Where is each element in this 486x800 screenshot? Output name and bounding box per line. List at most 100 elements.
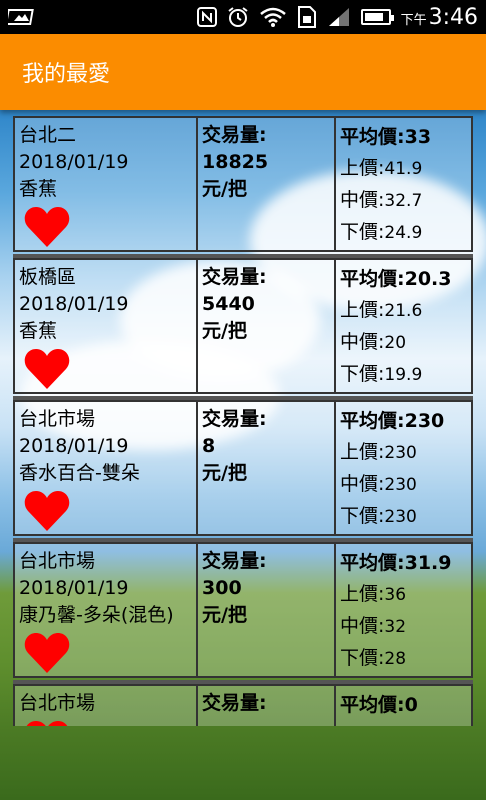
avg-price-value: 33 [404, 126, 432, 148]
mid-price: 中價:32 [340, 611, 467, 643]
list-item[interactable]: 台北市場 2018/01/19 康乃馨-多朵(混色) 交易量: 300 元/把 … [13, 542, 473, 678]
high-price-value: 21.6 [384, 301, 423, 321]
mid-price: 中價:20 [340, 327, 467, 359]
low-price-label: 下價: [340, 647, 385, 669]
signal-icon [327, 6, 351, 28]
high-price-value: 36 [384, 585, 407, 605]
avg-price: 平均價:20.3 [340, 264, 467, 295]
mid-price-value: 230 [384, 475, 417, 495]
low-price-value: 24.9 [384, 223, 423, 243]
high-price-label: 上價: [340, 441, 385, 463]
avg-price-label: 平均價: [340, 268, 405, 290]
content-area: 台北二 2018/01/19 香蕉 交易量: 18825 元/把 平均價:33 … [0, 110, 486, 800]
price-column: 平均價:33 上價:41.9 中價:32.7 下價:24.9 [336, 118, 471, 250]
heart-icon[interactable] [23, 719, 71, 726]
high-price-label: 上價: [340, 299, 385, 321]
high-price-label: 上價: [340, 583, 385, 605]
clock-ampm: 下午 [400, 12, 427, 28]
low-price: 下價:28 [340, 643, 467, 675]
price-column: 平均價:0 [336, 686, 471, 726]
product-name: 香蕉 [19, 320, 58, 342]
volume-column: 交易量: 300 元/把 [198, 544, 336, 676]
volume-label: 交易量: [202, 692, 267, 714]
market-name: 台北市場 [19, 550, 96, 572]
volume-label: 交易量: [202, 550, 267, 572]
avg-price-label: 平均價: [340, 410, 405, 432]
image-icon [8, 8, 34, 26]
low-price-label: 下價: [340, 221, 385, 243]
avg-price: 平均價:230 [340, 406, 467, 437]
volume-column: 交易量: 18825 元/把 [198, 118, 336, 250]
volume-column: 交易量: [198, 686, 336, 726]
info-column: 台北市場 2018/01/19 香水百合-雙朵 [15, 402, 198, 534]
volume-value: 18825 [202, 151, 269, 173]
low-price: 下價:230 [340, 501, 467, 533]
avg-price-value: 0 [404, 694, 418, 716]
product-name: 香蕉 [19, 178, 58, 200]
trade-date: 2018/01/19 [19, 293, 129, 315]
favorites-list[interactable]: 台北二 2018/01/19 香蕉 交易量: 18825 元/把 平均價:33 … [13, 116, 473, 726]
unit-label: 元/把 [202, 462, 247, 484]
avg-price-label: 平均價: [340, 694, 405, 716]
product-name: 香水百合-雙朵 [19, 462, 140, 484]
low-price-value: 19.9 [384, 365, 423, 385]
unit-label: 元/把 [202, 178, 247, 200]
battery-icon [360, 9, 394, 25]
avg-price-value: 20.3 [404, 268, 452, 290]
market-name: 台北市場 [19, 408, 96, 430]
mid-price-value: 32 [384, 617, 407, 637]
volume-label: 交易量: [202, 266, 267, 288]
avg-price-value: 31.9 [404, 552, 452, 574]
alarm-icon [227, 6, 249, 28]
volume-label: 交易量: [202, 408, 267, 430]
avg-price-label: 平均價: [340, 126, 405, 148]
volume-column: 交易量: 5440 元/把 [198, 260, 336, 392]
high-price-value: 41.9 [384, 159, 423, 179]
trade-date: 2018/01/19 [19, 577, 129, 599]
price-column: 平均價:230 上價:230 中價:230 下價:230 [336, 402, 471, 534]
list-item[interactable]: 台北市場 2018/01/19 香水百合-雙朵 交易量: 8 元/把 平均價:2… [13, 400, 473, 536]
product-name: 康乃馨-多朵(混色) [19, 604, 174, 626]
low-price-value: 230 [384, 507, 417, 527]
volume-value: 300 [202, 577, 242, 599]
heart-icon[interactable] [23, 489, 71, 533]
info-column: 台北市場 [15, 686, 198, 726]
app-bar: 我的最愛 [0, 34, 486, 110]
sim-icon [297, 5, 317, 29]
wifi-icon [259, 6, 287, 28]
high-price: 上價:230 [340, 437, 467, 469]
volume-value: 8 [202, 435, 216, 457]
avg-price: 平均價:31.9 [340, 548, 467, 579]
list-item[interactable]: 台北市場 交易量: 平均價:0 [13, 684, 473, 726]
avg-price: 平均價:0 [340, 690, 467, 721]
heart-icon[interactable] [23, 205, 71, 249]
mid-price-value: 32.7 [384, 191, 423, 211]
market-name: 台北市場 [19, 692, 96, 714]
high-price-value: 230 [384, 443, 417, 463]
volume-column: 交易量: 8 元/把 [198, 402, 336, 534]
unit-label: 元/把 [202, 604, 247, 626]
trade-date: 2018/01/19 [19, 151, 129, 173]
info-column: 板橋區 2018/01/19 香蕉 [15, 260, 198, 392]
mid-price: 中價:32.7 [340, 185, 467, 217]
info-column: 台北二 2018/01/19 香蕉 [15, 118, 198, 250]
trade-date: 2018/01/19 [19, 435, 129, 457]
high-price: 上價:21.6 [340, 295, 467, 327]
heart-icon[interactable] [23, 631, 71, 675]
info-column: 台北市場 2018/01/19 康乃馨-多朵(混色) [15, 544, 198, 676]
list-item[interactable]: 台北二 2018/01/19 香蕉 交易量: 18825 元/把 平均價:33 … [13, 116, 473, 252]
list-item[interactable]: 板橋區 2018/01/19 香蕉 交易量: 5440 元/把 平均價:20.3… [13, 258, 473, 394]
mid-price-label: 中價: [340, 189, 385, 211]
mid-price-label: 中價: [340, 331, 385, 353]
high-price-label: 上價: [340, 157, 385, 179]
price-column: 平均價:20.3 上價:21.6 中價:20 下價:19.9 [336, 260, 471, 392]
clock: 下午 3:46 [401, 5, 478, 30]
market-name: 板橋區 [19, 266, 77, 288]
low-price-label: 下價: [340, 505, 385, 527]
volume-label: 交易量: [202, 124, 267, 146]
heart-icon[interactable] [23, 347, 71, 391]
low-price: 下價:19.9 [340, 359, 467, 391]
price-column: 平均價:31.9 上價:36 中價:32 下價:28 [336, 544, 471, 676]
mid-price-value: 20 [384, 333, 407, 353]
low-price-label: 下價: [340, 363, 385, 385]
